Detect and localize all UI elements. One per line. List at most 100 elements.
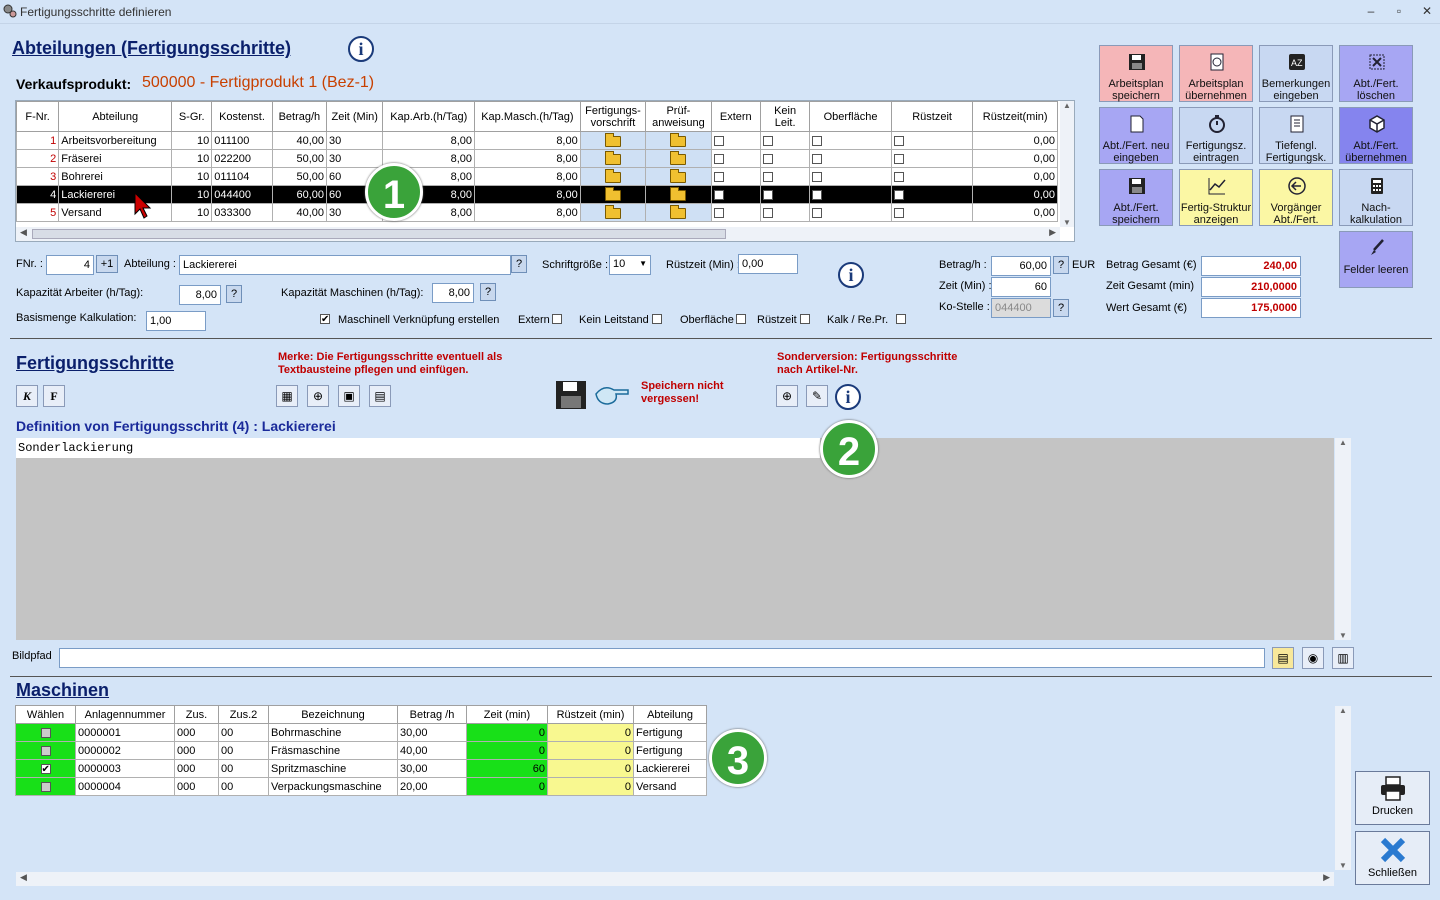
cell-zus2[interactable]: 00 [218, 741, 269, 760]
save-steps-icon[interactable] [555, 380, 587, 410]
dept-vscrollbar[interactable]: ▲ ▼ [1060, 101, 1074, 227]
cell-sgr[interactable]: 10 [171, 149, 213, 168]
extern-checkbox[interactable] [713, 189, 724, 200]
cell-zus[interactable]: 000 [174, 777, 219, 796]
extern-checkbox[interactable] [552, 314, 562, 324]
bemerkungen-button[interactable]: AZ Bemerkungen eingeben [1259, 45, 1333, 102]
open-folder-icon[interactable] [604, 186, 621, 201]
felder-leeren-button[interactable]: Felder leeren [1339, 231, 1413, 288]
open-folder-icon[interactable] [670, 168, 687, 183]
vorgaenger-button[interactable]: Vorgänger Abt./Fert. [1259, 169, 1333, 226]
pruefanweisung-cell[interactable] [645, 131, 712, 150]
kaparb-input[interactable] [179, 285, 221, 305]
cell-nr[interactable]: 3 [15, 167, 60, 186]
ruestzeit-checkbox[interactable] [800, 314, 810, 324]
dept-col-header[interactable]: Kostenst. [211, 101, 273, 132]
nachkalk-button[interactable]: Nach- kalkulation [1339, 169, 1413, 226]
kapmasch-input[interactable] [432, 283, 474, 303]
bold-f-button[interactable]: F [43, 385, 65, 407]
bildpfad-input[interactable] [59, 648, 1265, 668]
struktur-button[interactable]: Fertig-Struktur anzeigen [1179, 169, 1253, 226]
maschinell-checkbox[interactable] [320, 314, 330, 324]
cell-sgr[interactable]: 10 [171, 131, 213, 150]
pruefanweisung-cell[interactable] [645, 149, 712, 168]
machine-col-header[interactable]: Betrag /h [397, 705, 467, 724]
cell-betrag[interactable]: 40,00 [271, 131, 328, 150]
machine-col-header[interactable]: Zus. [174, 705, 219, 724]
oberflaeche-checkbox[interactable] [812, 207, 823, 218]
italic-k-button[interactable]: K [16, 385, 38, 407]
add-textblock-icon[interactable]: ⊕ [307, 385, 329, 407]
extern-checkbox[interactable] [713, 153, 724, 164]
table-row[interactable]: 1 Arbeitsvorbereitung 10 011100 40,00 30 8,00 8… [15, 131, 1058, 150]
select-cell[interactable] [15, 723, 76, 742]
open-folder-icon[interactable]: ▤ [369, 385, 391, 407]
select-checkbox[interactable] [40, 763, 51, 774]
select-cell[interactable] [15, 759, 76, 778]
save-textblock-icon[interactable]: ▣ [338, 385, 360, 407]
open-folder-icon[interactable] [604, 150, 621, 165]
cell-nr[interactable]: 2 [15, 149, 60, 168]
table-row[interactable]: 000000300000Spritzmaschine30,00600Lackie… [15, 759, 707, 778]
abt-speichern-button[interactable]: Abt./Fert. speichern [1099, 169, 1173, 226]
cell-nr[interactable]: 1 [15, 131, 60, 150]
info-icon[interactable]: i [348, 36, 374, 62]
cell-ruest[interactable]: 0 [547, 759, 634, 778]
cell-nr[interactable]: 0000002 [75, 741, 175, 760]
cell-kst[interactable]: 044400 [211, 185, 273, 204]
edit-article-icon[interactable]: ✎ [806, 385, 828, 407]
extern-checkbox[interactable] [713, 135, 724, 146]
cell-zeit[interactable]: 0 [466, 723, 548, 742]
machine-col-header[interactable]: Wählen [15, 705, 76, 724]
pruefanweisung-cell[interactable] [645, 167, 712, 186]
oberflaeche-checkbox[interactable] [812, 189, 823, 200]
calendar-icon[interactable]: ▦ [276, 385, 298, 407]
cell-sgr[interactable]: 10 [171, 203, 213, 222]
cell-ruest[interactable]: 0,00 [972, 149, 1058, 168]
cell-zeit[interactable]: 0 [466, 777, 548, 796]
cell-abteilung[interactable]: Fräserei [58, 149, 173, 168]
cell-zus[interactable]: 000 [174, 741, 219, 760]
open-folder-icon[interactable] [670, 132, 687, 147]
keinleit-checkbox[interactable] [762, 135, 773, 146]
schliessen-button[interactable]: Schließen [1355, 831, 1430, 885]
cell-ruest[interactable]: 0,00 [972, 167, 1058, 186]
select-cell[interactable] [15, 777, 76, 796]
dept-col-header[interactable]: Kap.Masch.(h/Tag) [474, 101, 581, 132]
tiefengl-button[interactable]: Tiefengl. Fertigungsk. [1259, 107, 1333, 164]
cell-zeit[interactable]: 30 [326, 149, 384, 168]
cell-ruest[interactable]: 0 [547, 741, 634, 760]
dept-col-header[interactable]: Rüstzeit(min) [972, 101, 1058, 132]
dept-col-header[interactable]: Kein Leit. [759, 101, 811, 132]
cell-nr[interactable]: 0000001 [75, 723, 175, 742]
cell-abt[interactable]: Fertigung [633, 723, 707, 742]
machine-col-header[interactable]: Abteilung [633, 705, 707, 724]
dept-hscrollbar[interactable]: ◀ ▶ [16, 227, 1060, 241]
machines-hscrollbar[interactable]: ◀ ▶ [16, 872, 1334, 886]
cell-kaparb[interactable]: 8,00 [382, 131, 476, 150]
ruestzeit-cb-checkbox[interactable] [893, 135, 904, 146]
basismenge-input[interactable] [146, 311, 206, 331]
betrag-input[interactable] [991, 256, 1051, 276]
cell-bez[interactable]: Fräsmaschine [268, 741, 398, 760]
cell-zeit[interactable]: 60 [466, 759, 548, 778]
table-row[interactable]: 2 Fräserei 10 022200 50,00 30 8,00 8,00 0,00 [15, 149, 1058, 168]
cell-kapmasch[interactable]: 8,00 [474, 149, 581, 168]
cell-ruest[interactable]: 0,00 [972, 185, 1058, 204]
extern-checkbox[interactable] [713, 207, 724, 218]
kaparb-help-button[interactable]: ? [226, 285, 242, 303]
open-folder-icon[interactable] [604, 204, 621, 219]
cell-abt[interactable]: Fertigung [633, 741, 707, 760]
cell-kapmasch[interactable]: 8,00 [474, 167, 581, 186]
cell-nr[interactable]: 4 [15, 185, 60, 204]
abt-loeschen-button[interactable]: Abt./Fert. löschen [1339, 45, 1413, 102]
view-icon[interactable]: ◉ [1302, 647, 1324, 669]
keinleit-checkbox[interactable] [762, 171, 773, 182]
arbeitsplan-uebernehmen-button[interactable]: Arbeitsplan übernehmen [1179, 45, 1253, 102]
select-cell[interactable] [15, 741, 76, 760]
cell-bez[interactable]: Spritzmaschine [268, 759, 398, 778]
select-checkbox[interactable] [40, 781, 51, 792]
machines-vscrollbar[interactable]: ▲ ▼ [1335, 706, 1351, 870]
machine-col-header[interactable]: Rüstzeit (min) [547, 705, 634, 724]
cell-abt[interactable]: Lackiererei [633, 759, 707, 778]
